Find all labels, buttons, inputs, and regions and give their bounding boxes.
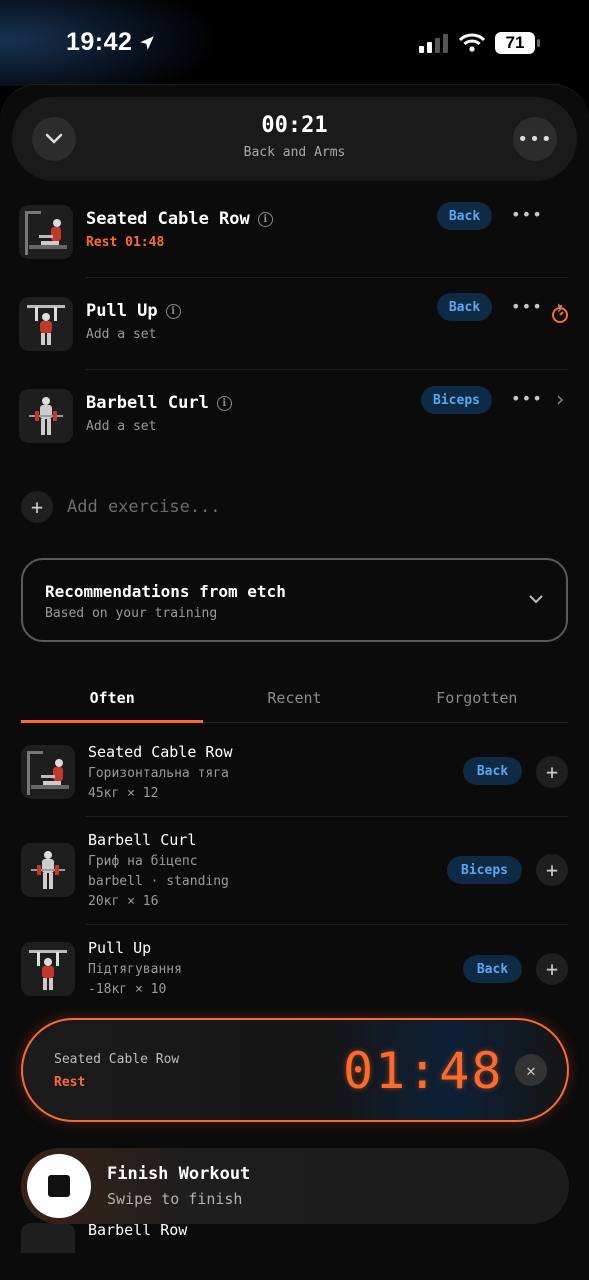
barbell-curl-figure-icon: [31, 851, 65, 889]
rest-status: Rest 01:48: [86, 235, 165, 250]
muscle-tag: Back: [437, 202, 492, 230]
recommendation-tabs: Often Recent Forgotten: [21, 683, 568, 723]
exercise-alias: Гриф на біцепс: [88, 854, 198, 869]
rest-label: Rest: [54, 1075, 86, 1090]
stop-button[interactable]: [27, 1154, 91, 1218]
ellipsis-icon: •••: [517, 128, 553, 150]
finish-subtitle: Swipe to finish: [107, 1190, 243, 1208]
status-bar: 19:42 71: [0, 0, 589, 86]
add-exercise-placeholder[interactable]: Add exercise...: [67, 497, 221, 517]
exercise-name-text: Pull Up: [86, 301, 158, 321]
exercise-name: Seated Cable Row: [88, 743, 233, 761]
exercise-menu-button[interactable]: •••: [511, 389, 543, 408]
exercise-thumbnail: [21, 1223, 75, 1253]
exercise-row[interactable]: Seated Cable Row i Rest 01:48 Back •••: [0, 185, 589, 323]
clock-text: 19:42: [66, 28, 133, 56]
exercise-menu-button[interactable]: •••: [511, 297, 543, 316]
more-options-button[interactable]: •••: [513, 117, 557, 161]
pull-up-figure-icon: [27, 305, 65, 345]
stop-icon: [48, 1175, 70, 1197]
exercise-last-set: 20кг × 16: [88, 894, 159, 909]
exercise-name-text: Barbell Curl: [86, 393, 209, 413]
exercise-name: Barbell Curl: [88, 831, 197, 849]
exercise-alias: Горизонтальна тяга: [88, 766, 229, 781]
exercise-row[interactable]: Barbell Curl i Add a set Biceps ••• ›: [0, 369, 589, 461]
chevron-right-icon[interactable]: ›: [554, 387, 566, 411]
rest-exercise-name: Seated Cable Row: [54, 1052, 180, 1067]
workout-header: 00:21 Back and Arms •••: [12, 97, 577, 181]
rest-timer-card[interactable]: Seated Cable Row Rest 01:48 ✕: [21, 1018, 569, 1122]
plus-icon[interactable]: +: [21, 491, 53, 523]
exercise-menu-button[interactable]: •••: [511, 205, 543, 224]
status-time: 19:42: [66, 28, 156, 57]
exercise-subtitle: Add a set: [86, 327, 157, 342]
exercise-thumbnail: [21, 942, 75, 996]
rest-countdown: 01:48: [343, 1042, 504, 1100]
info-icon[interactable]: i: [165, 303, 181, 319]
battery-level: 71: [505, 33, 525, 52]
info-icon[interactable]: i: [216, 395, 232, 411]
muscle-tag: Biceps: [447, 856, 522, 884]
exercise-name: Pull Up: [88, 939, 152, 957]
battery-indicator: 71: [495, 32, 540, 54]
exercise-subtitle: Add a set: [86, 419, 157, 434]
muscle-tag: Back: [463, 955, 522, 983]
add-exercise-button[interactable]: +: [536, 953, 568, 985]
chevron-right-icon[interactable]: ›: [554, 295, 566, 319]
wifi-icon: [459, 33, 485, 52]
add-exercise-button[interactable]: +: [536, 756, 568, 788]
barbell-curl-figure-icon: [29, 397, 63, 435]
cellular-signal-icon: [419, 34, 448, 53]
exercise-equipment: barbell · standing: [88, 874, 229, 889]
add-exercise-button[interactable]: +: [536, 854, 568, 886]
exercise-name: Barbell Curl i: [86, 393, 232, 413]
location-arrow-icon: [140, 35, 155, 50]
workout-title: Back and Arms: [243, 145, 346, 160]
recommended-exercise-row[interactable]: Barbell Curl Гриф на біцепс barbell · st…: [0, 816, 589, 924]
muscle-tag: Back: [463, 757, 522, 785]
close-icon[interactable]: ✕: [515, 1054, 547, 1086]
exercise-name: Pull Up i: [86, 301, 181, 321]
finish-workout-slider[interactable]: Finish Workout Swipe to finish: [21, 1148, 569, 1224]
workout-timer: 00:21: [261, 113, 328, 138]
muscle-tag: Back: [437, 293, 492, 321]
exercise-row[interactable]: Pull Up i Add a set Back ••• ›: [0, 277, 589, 369]
add-exercise-row[interactable]: + Add exercise...: [21, 491, 221, 523]
recommendations-subtitle: Based on your training: [45, 606, 218, 621]
info-icon[interactable]: i: [257, 211, 273, 227]
exercise-last-set: -18кг × 10: [88, 982, 167, 997]
cable-row-figure-icon: [27, 751, 69, 795]
muscle-tag: Biceps: [421, 386, 492, 414]
finish-title: Finish Workout: [107, 1164, 251, 1184]
exercise-thumbnail: [19, 297, 73, 351]
exercise-last-set: 45кг × 12: [88, 786, 159, 801]
cable-row-figure-icon: [25, 211, 67, 255]
recommendations-title: Recommendations from etch: [45, 582, 286, 601]
exercise-name: Seated Cable Row i: [86, 209, 273, 229]
pull-up-figure-icon: [29, 950, 67, 990]
exercise-alias: Підтягування: [88, 962, 182, 977]
tab-forgotten[interactable]: Forgotten: [386, 683, 568, 722]
exercise-thumbnail: [21, 843, 75, 897]
exercise-thumbnail: [21, 745, 75, 799]
chevron-down-icon: [529, 595, 543, 604]
exercise-thumbnail: [19, 389, 73, 443]
recommended-exercise-row[interactable]: Seated Cable Row Горизонтальна тяга 45кг…: [0, 725, 589, 817]
recommended-exercise-row[interactable]: Pull Up Підтягування -18кг × 10 Back +: [0, 924, 589, 1016]
tab-recent[interactable]: Recent: [203, 683, 385, 722]
exercise-thumbnail: [19, 205, 73, 259]
tab-often[interactable]: Often: [21, 683, 204, 723]
exercise-name-text: Seated Cable Row: [86, 209, 250, 229]
recommendations-panel[interactable]: Recommendations from etch Based on your …: [21, 558, 568, 642]
